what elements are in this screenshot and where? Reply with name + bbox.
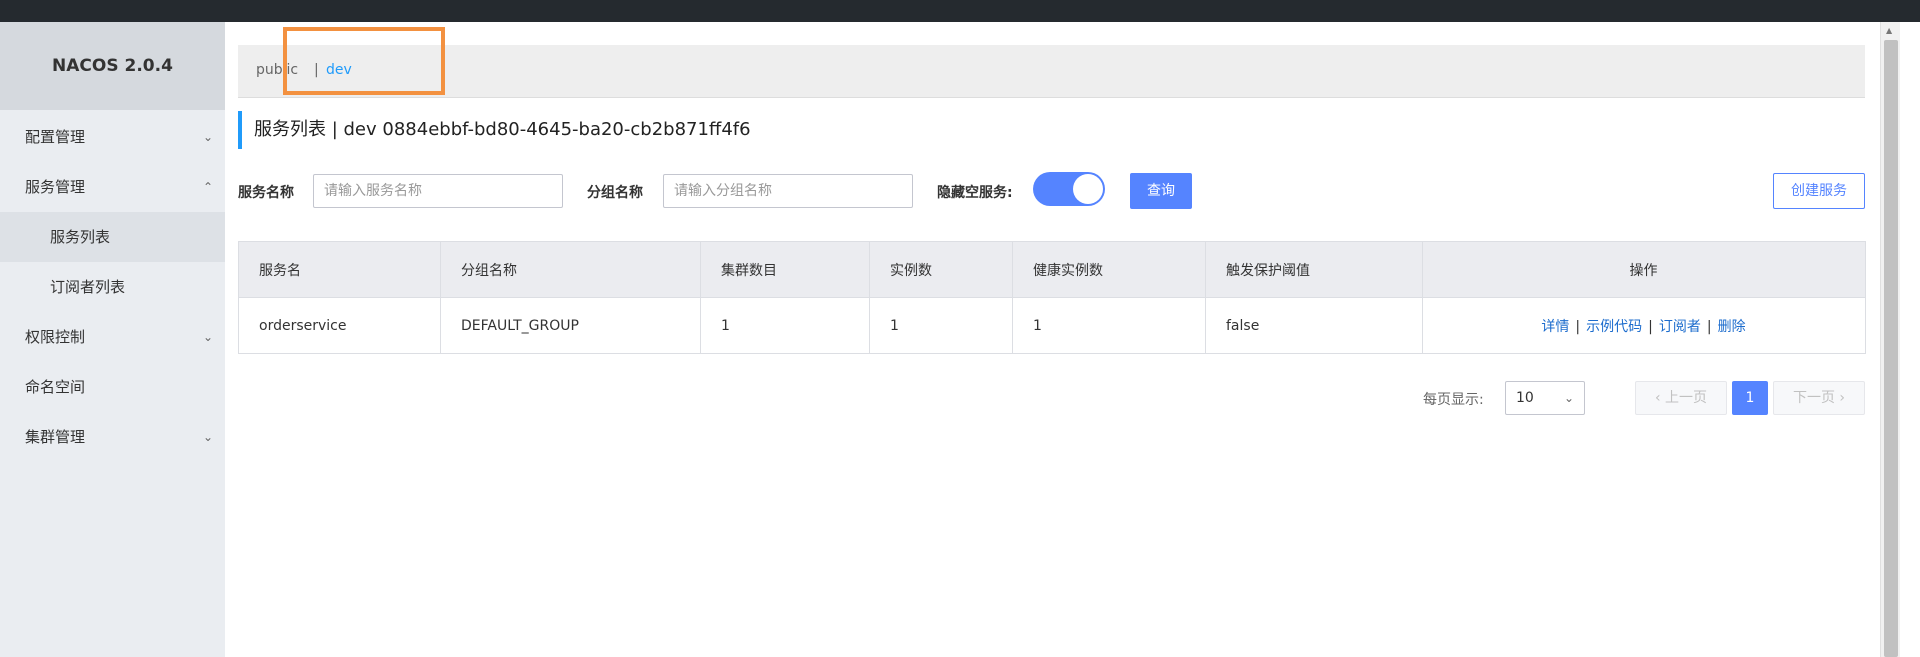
- query-button[interactable]: 查询: [1130, 173, 1192, 209]
- hide-empty-label: 隐藏空服务:: [937, 185, 1013, 201]
- sidebar-item-label: 配置管理: [25, 128, 86, 146]
- highlight-box: [283, 27, 445, 95]
- detail-link[interactable]: 详情: [1541, 319, 1569, 335]
- prev-page-label: 上一页: [1665, 390, 1708, 406]
- column-header: 服务名: [238, 241, 441, 298]
- op-separator: |: [1706, 318, 1712, 335]
- next-page-label: 下一页: [1792, 390, 1835, 406]
- sidebar-item-label: 服务管理: [25, 178, 86, 196]
- chevron-down-icon: ⌄: [202, 330, 213, 344]
- column-header: 实例数: [869, 241, 1013, 298]
- prev-page-button[interactable]: ‹ 上一页: [1635, 381, 1727, 415]
- service-name-label: 服务名称: [238, 185, 294, 201]
- chevron-left-icon: ‹: [1654, 390, 1666, 406]
- sidebar: NACOS 2.0.4 配置管理 ⌄ 服务管理 ⌃ 服务列表 订阅者列表 权限控…: [0, 22, 225, 657]
- sidebar-item-service-management[interactable]: 服务管理 ⌃: [0, 162, 225, 212]
- column-header: 触发保护阈值: [1205, 241, 1423, 298]
- chevron-right-icon: ›: [1834, 390, 1846, 406]
- chevron-down-icon: ⌄: [202, 130, 213, 144]
- group-name-label: 分组名称: [587, 185, 643, 201]
- page-size-label: 每页显示:: [1423, 392, 1484, 408]
- table-header-row: 服务名 分组名称 集群数目 实例数 健康实例数 触发保护阈值 操作: [238, 241, 1866, 298]
- chevron-up-icon: ⌃: [202, 180, 213, 194]
- cell-instance-count: 1: [869, 297, 1013, 354]
- group-name-input[interactable]: 请输入分组名称: [663, 174, 913, 208]
- service-table: 服务名 分组名称 集群数目 实例数 健康实例数 触发保护阈值 操作 orders…: [238, 241, 1866, 354]
- page-title: 服务列表 | dev 0884ebbf-bd80-4645-ba20-cb2b8…: [238, 111, 751, 149]
- toggle-knob: [1073, 174, 1103, 204]
- column-header: 分组名称: [440, 241, 701, 298]
- column-header: 健康实例数: [1012, 241, 1206, 298]
- cell-threshold: false: [1205, 297, 1423, 354]
- cell-group-name: DEFAULT_GROUP: [440, 297, 701, 354]
- cell-operations: 详情 | 示例代码 | 订阅者 | 删除: [1422, 297, 1866, 354]
- service-name-input[interactable]: 请输入服务名称: [313, 174, 563, 208]
- sidebar-item-label: 权限控制: [25, 328, 86, 346]
- table-row: orderservice DEFAULT_GROUP 1 1 1 false 详…: [238, 297, 1866, 354]
- cell-service-name: orderservice: [238, 297, 441, 354]
- namespace-bar: public | dev: [238, 45, 1865, 98]
- vertical-scrollbar[interactable]: ▲: [1880, 22, 1901, 657]
- subscribers-link[interactable]: 订阅者: [1659, 319, 1701, 335]
- column-header: 操作: [1422, 241, 1866, 298]
- chevron-down-icon: ⌄: [202, 430, 213, 444]
- sidebar-item-cluster[interactable]: 集群管理 ⌄: [0, 412, 225, 462]
- sample-code-link[interactable]: 示例代码: [1586, 319, 1642, 335]
- cell-healthy-count: 1: [1012, 297, 1206, 354]
- top-bar: [0, 0, 1920, 22]
- op-separator: |: [1575, 318, 1581, 335]
- sidebar-item-namespace[interactable]: 命名空间: [0, 362, 225, 412]
- scroll-up-icon[interactable]: ▲: [1886, 26, 1892, 35]
- column-header: 集群数目: [700, 241, 870, 298]
- logo: NACOS 2.0.4: [0, 22, 225, 110]
- sidebar-item-subscriber-list[interactable]: 订阅者列表: [0, 262, 225, 312]
- window-edge: [1900, 22, 1920, 657]
- scrollbar-thumb[interactable]: [1884, 40, 1898, 657]
- sidebar-item-label: 集群管理: [25, 428, 86, 446]
- page-size-select[interactable]: 10 ⌄: [1505, 381, 1585, 415]
- delete-link[interactable]: 删除: [1718, 319, 1746, 335]
- sidebar-item-service-list[interactable]: 服务列表: [0, 212, 225, 262]
- chevron-down-icon: ⌄: [1563, 391, 1574, 405]
- page-size-value: 10: [1516, 390, 1534, 406]
- sidebar-item-authority[interactable]: 权限控制 ⌄: [0, 312, 225, 362]
- next-page-button[interactable]: 下一页 ›: [1773, 381, 1865, 415]
- sidebar-item-config[interactable]: 配置管理 ⌄: [0, 112, 225, 162]
- op-separator: |: [1648, 318, 1653, 335]
- sidebar-item-label: 命名空间: [25, 378, 86, 396]
- main-content: public | dev 服务列表 | dev 0884ebbf-bd80-46…: [225, 22, 1880, 657]
- current-page-button[interactable]: 1: [1732, 381, 1768, 415]
- hide-empty-toggle[interactable]: [1033, 172, 1105, 206]
- cell-cluster-count: 1: [700, 297, 870, 354]
- create-service-button[interactable]: 创建服务: [1773, 173, 1865, 209]
